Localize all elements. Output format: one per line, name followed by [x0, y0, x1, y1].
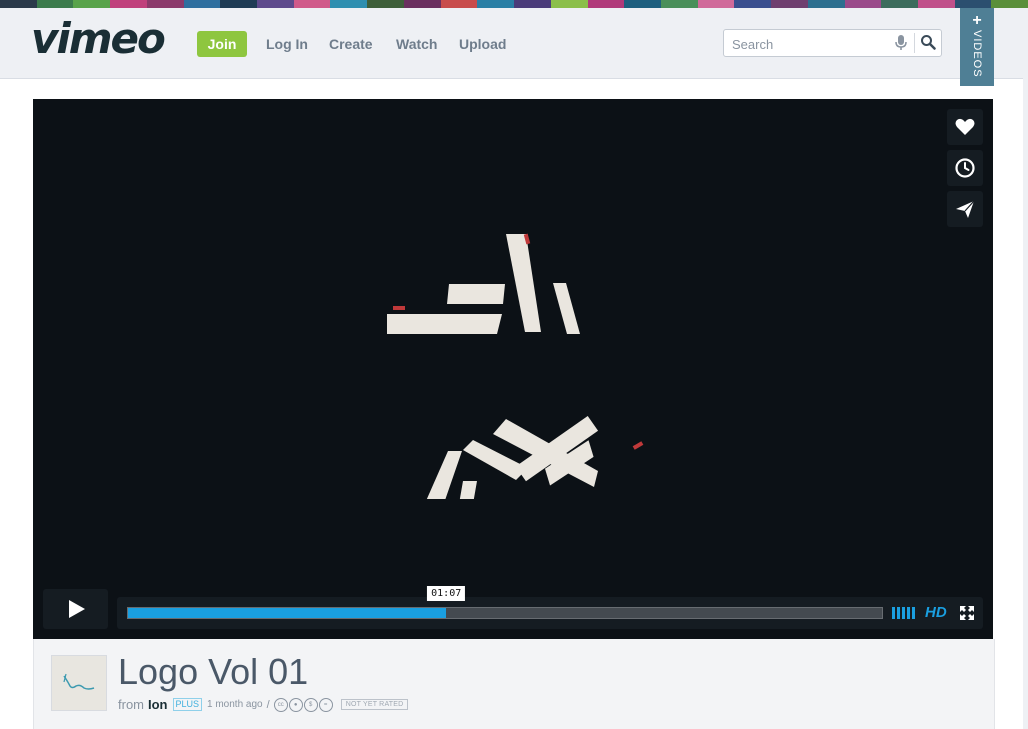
watch-later-button[interactable]: [947, 150, 983, 186]
video-title: Logo Vol 01: [118, 651, 309, 692]
play-button[interactable]: [43, 589, 108, 629]
cc-icon: cc: [273, 697, 288, 712]
color-strip-segment: [991, 0, 1028, 8]
play-icon: [69, 600, 85, 618]
upload-time: 1 month ago: [207, 699, 263, 710]
color-strip-segment: [807, 0, 845, 8]
video-frame-star-art: [387, 233, 644, 499]
search-divider: [914, 33, 915, 53]
videos-tab-label: VIDEOS: [971, 30, 983, 78]
meta-separator: /: [266, 698, 270, 711]
progress-fill: [128, 608, 447, 618]
search-box: [723, 29, 942, 57]
color-strip-segment: [0, 0, 37, 8]
heart-icon: [955, 118, 975, 135]
clock-icon: [955, 158, 975, 178]
nav-login[interactable]: Log In: [266, 36, 308, 52]
license-icons[interactable]: cc ● $ =: [273, 697, 333, 712]
time-tooltip: 01:07: [427, 586, 466, 601]
color-strip-segment: [881, 0, 918, 8]
join-button[interactable]: Join: [197, 31, 247, 57]
color-strip-segment: [697, 0, 735, 8]
search-icon[interactable]: [920, 34, 936, 50]
rating-badge: NOT YET RATED: [340, 699, 409, 710]
nc-icon: $: [303, 697, 318, 712]
microphone-icon[interactable]: [894, 35, 908, 51]
search-input[interactable]: [730, 33, 894, 55]
color-strip-segment: [293, 0, 331, 8]
avatar-squiggle-icon: [63, 673, 95, 690]
color-strip-segment: [587, 0, 625, 8]
color-strip-segment: [917, 0, 955, 8]
color-strip-segment: [660, 0, 698, 8]
progress-bar[interactable]: 01:07: [127, 586, 883, 619]
from-label: from: [118, 697, 144, 712]
player-control-bar: 01:07 HD: [117, 586, 983, 629]
by-icon: ●: [288, 697, 303, 712]
plus-badge[interactable]: PLUS: [172, 698, 203, 711]
page-edge: [1023, 78, 1028, 729]
color-strip-segment: [367, 0, 404, 8]
video-player[interactable]: 01:07 HD: [33, 99, 993, 639]
hd-button[interactable]: HD: [925, 604, 947, 621]
paper-plane-icon: [956, 200, 975, 218]
videos-tab[interactable]: + VIDEOS: [960, 8, 994, 86]
color-strip-segment: [330, 0, 368, 8]
author-link[interactable]: Ion: [148, 697, 168, 712]
color-strip-segment: [954, 0, 992, 8]
color-strip-segment: [477, 0, 515, 8]
plus-icon: +: [972, 12, 982, 29]
color-strip-segment: [844, 0, 882, 8]
volume-icon[interactable]: [892, 607, 916, 619]
color-strip-segment: [514, 0, 551, 8]
video-info-panel: Logo Vol 01 from Ion PLUS 1 month ago / …: [33, 639, 995, 729]
color-strip-segment: [624, 0, 661, 8]
color-strip-segment: [257, 0, 294, 8]
color-strip-segment: [734, 0, 772, 8]
share-button[interactable]: [947, 191, 983, 227]
color-strip-segment: [403, 0, 441, 8]
vimeo-logo[interactable]: vimeo: [31, 14, 166, 63]
author-avatar[interactable]: [51, 655, 107, 711]
color-strip-segment: [220, 0, 258, 8]
nd-icon: =: [318, 697, 333, 712]
color-strip-segment: [146, 0, 184, 8]
fullscreen-icon[interactable]: [960, 606, 974, 620]
color-strip: [0, 0, 1028, 8]
video-meta: from Ion PLUS 1 month ago / cc ● $ = NOT…: [118, 697, 409, 712]
site-header: vimeo Join Log In Create Watch Upload: [0, 8, 1028, 79]
nav-watch[interactable]: Watch: [396, 36, 437, 52]
color-strip-segment: [73, 0, 111, 8]
color-strip-segment: [36, 0, 74, 8]
color-strip-segment: [183, 0, 221, 8]
nav-upload[interactable]: Upload: [459, 36, 506, 52]
color-strip-segment: [110, 0, 147, 8]
color-strip-segment: [771, 0, 808, 8]
nav-create[interactable]: Create: [329, 36, 373, 52]
color-strip-segment: [440, 0, 478, 8]
like-button[interactable]: [947, 109, 983, 145]
color-strip-segment: [550, 0, 588, 8]
